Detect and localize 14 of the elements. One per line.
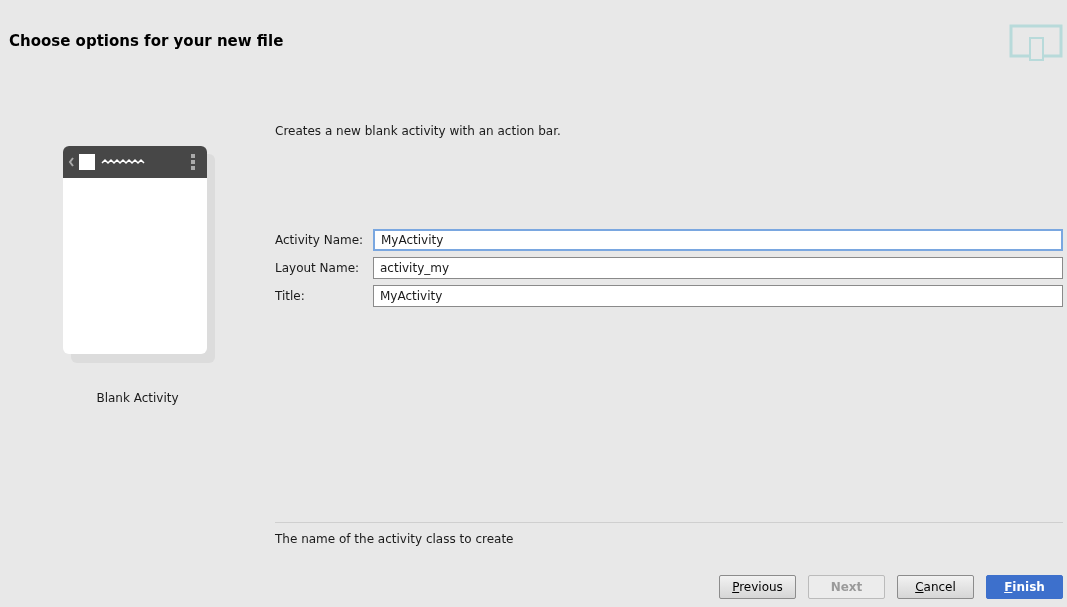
template-description: Creates a new blank activity with an action bar. <box>275 123 562 140</box>
input-field[interactable]: MyActivity <box>373 285 1063 307</box>
field-label: Activity Name: <box>275 232 365 249</box>
input-field[interactable]: MyActivity <box>373 229 1063 251</box>
template-name: Blank Activity <box>96 390 179 407</box>
devices-icon <box>1009 24 1063 62</box>
dialog-title: Choose options for your new file <box>9 31 284 52</box>
input-field[interactable]: activity_my <box>373 257 1063 279</box>
dialog-button[interactable]: Cancel <box>897 575 974 599</box>
field-label: Layout Name: <box>275 260 361 277</box>
field-label: Title: <box>275 288 306 305</box>
dialog-button[interactable]: Finish <box>986 575 1063 599</box>
hint-text: The name of the activity class to create <box>275 531 515 548</box>
dialog-button[interactable]: Previous <box>719 575 796 599</box>
